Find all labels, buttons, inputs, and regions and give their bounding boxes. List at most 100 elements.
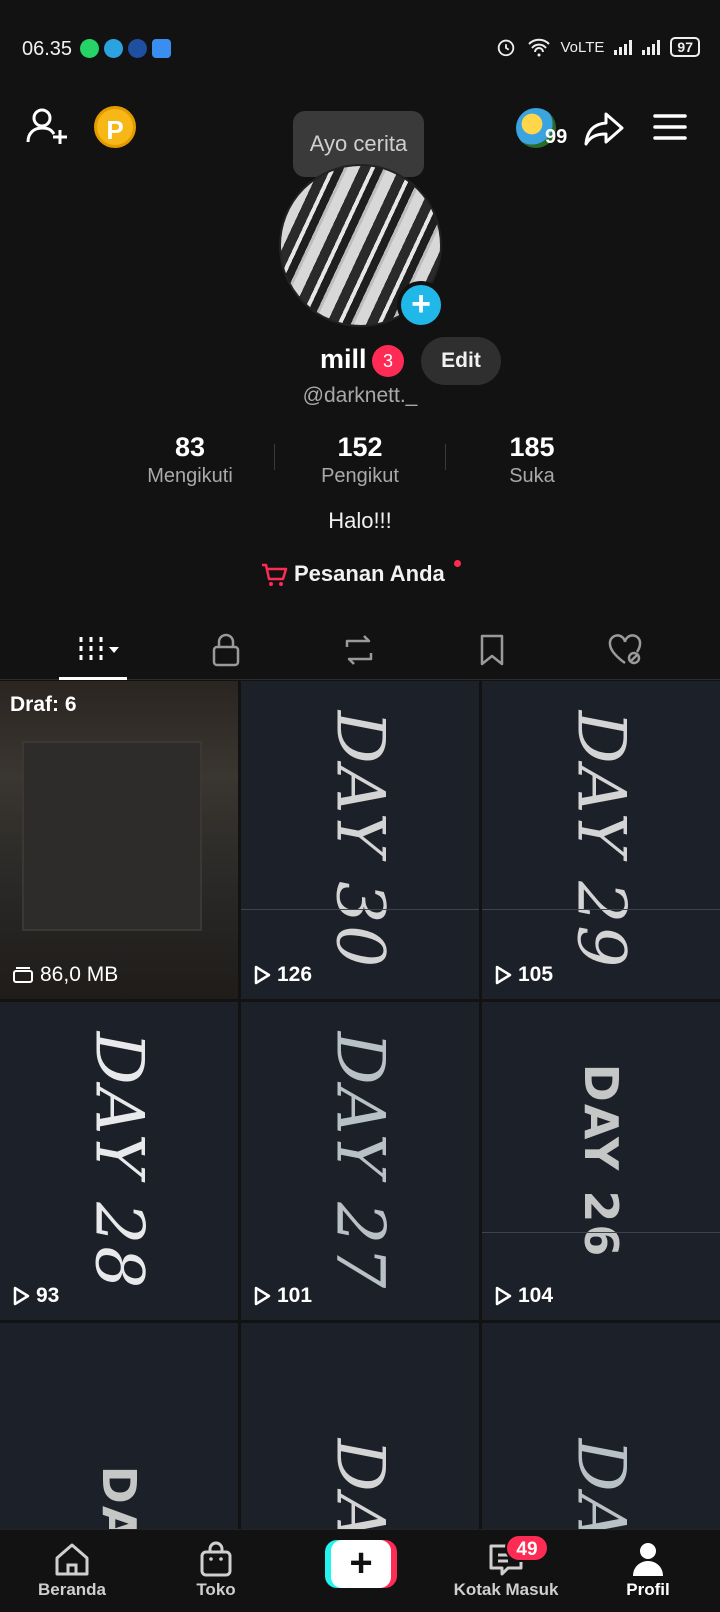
nav-home[interactable]: Beranda: [12, 1530, 132, 1612]
play-icon: [495, 1286, 512, 1306]
notification-icons: [80, 39, 171, 58]
cart-icon: [262, 563, 288, 586]
video-tile[interactable]: DAY 28 93: [0, 1002, 238, 1320]
nav-label: Beranda: [37, 1580, 107, 1599]
video-title-art: DAY 2: [322, 1438, 399, 1529]
play-icon: [254, 1286, 271, 1306]
share-icon[interactable]: [582, 106, 626, 150]
video-views: 126: [253, 963, 312, 987]
friend-avatar-count: 99: [545, 126, 568, 148]
tab-liked[interactable]: [595, 620, 655, 680]
video-tile[interactable]: DAY 2: [0, 1323, 238, 1529]
profile-stats: 83 Mengikuti 152 Pengikut 185 Suka: [0, 432, 720, 492]
app-notification-icon: [152, 39, 171, 58]
home-icon: [55, 1543, 89, 1576]
stat-following[interactable]: 83 Mengikuti: [110, 432, 270, 488]
stat-divider: [445, 444, 446, 470]
nav-label: Profil: [626, 1580, 670, 1599]
play-icon: [495, 965, 512, 985]
view-count: 105: [518, 963, 554, 986]
shopping-bag-icon: [200, 1541, 232, 1577]
video-title-art: DAY 2: [92, 1465, 146, 1529]
stat-value: 152: [337, 432, 383, 462]
video-tile[interactable]: DAY 29 105: [482, 681, 720, 999]
grid-icon: [79, 637, 119, 663]
name-row: mill 3 Edit: [0, 337, 720, 385]
app-notification-icon: [128, 39, 147, 58]
coin-icon[interactable]: P: [94, 106, 136, 148]
folder-icon: [13, 967, 33, 983]
video-views: 105: [494, 963, 553, 987]
video-views: 101: [253, 1284, 312, 1308]
whatsapp-icon: [80, 39, 99, 58]
menu-icon[interactable]: [653, 112, 687, 142]
active-tab-indicator: [59, 677, 127, 680]
status-bar: 06.35 VoLTE 97: [0, 0, 720, 100]
battery-indicator: 97: [670, 37, 700, 57]
tab-videos[interactable]: [63, 620, 123, 680]
add-story-button[interactable]: +: [397, 281, 445, 329]
stat-likes[interactable]: 185 Suka: [452, 432, 612, 488]
system-icons: VoLTE 97: [495, 36, 700, 58]
telegram-icon: [104, 39, 123, 58]
draft-size-label: 86,0 MB: [40, 963, 119, 986]
video-tile[interactable]: DAY 2: [241, 1323, 479, 1529]
video-views: 93: [12, 1284, 59, 1308]
edit-profile-button[interactable]: Edit: [421, 337, 501, 385]
play-icon: [254, 965, 271, 985]
video-title-art: DAY 2: [563, 1438, 640, 1529]
profile-handle: @darknett._: [302, 384, 418, 407]
divider-line: [482, 909, 720, 910]
video-views: 104: [494, 1284, 553, 1308]
nav-profile[interactable]: Profil: [588, 1530, 708, 1612]
volte-label: VoLTE: [560, 38, 605, 56]
stat-label: Suka: [509, 465, 555, 487]
stat-divider: [274, 444, 275, 470]
signal-icon: [614, 39, 633, 55]
video-title-art: DAY 30: [321, 710, 399, 970]
bookmark-icon: [480, 634, 504, 666]
video-title-art: DAY 28: [80, 1031, 158, 1291]
plus-icon: +: [331, 1540, 391, 1588]
draft-count: Draf: 6: [10, 693, 77, 716]
name-badge: 3: [372, 345, 404, 377]
video-tile[interactable]: DAY 27 101: [241, 1002, 479, 1320]
content-tabs: [0, 620, 720, 680]
tab-private[interactable]: [196, 620, 256, 680]
draft-size: 86,0 MB: [12, 963, 118, 987]
add-friend-icon[interactable]: [24, 104, 70, 150]
profile-bio: Halo!!!: [328, 508, 392, 533]
view-count: 104: [518, 1284, 554, 1307]
video-title-art: DAY 29: [562, 710, 640, 970]
video-grid: Draf: 6 86,0 MB DAY 30 126 DAY 29 105 DA…: [0, 681, 720, 1529]
nav-shop[interactable]: Toko: [156, 1530, 276, 1612]
nav-label: Toko: [196, 1580, 236, 1599]
tab-saved[interactable]: [462, 620, 522, 680]
video-tile[interactable]: DAY 26 104: [482, 1002, 720, 1320]
tab-reposts[interactable]: [329, 620, 389, 680]
signal-icon: [642, 39, 661, 55]
view-count: 101: [277, 1284, 313, 1307]
lock-icon: [212, 633, 240, 667]
orders-link[interactable]: Pesanan Anda: [0, 560, 720, 592]
orders-label: Pesanan Anda: [294, 561, 445, 586]
view-count: 126: [277, 963, 313, 986]
draft-thumbnail: [22, 741, 202, 931]
play-icon: [13, 1286, 30, 1306]
stat-label: Pengikut: [321, 465, 399, 487]
drafts-tile[interactable]: Draf: 6 86,0 MB: [0, 681, 238, 999]
video-tile[interactable]: DAY 2: [482, 1323, 720, 1529]
notification-dot: [454, 560, 461, 567]
stat-value: 185: [509, 432, 555, 462]
video-title-art: DAY 26: [574, 1063, 628, 1259]
bottom-navigation: Beranda Toko + Kotak Masuk 49 Profil: [0, 1529, 720, 1612]
liked-heart-icon: [608, 634, 642, 665]
divider-line: [482, 1232, 720, 1233]
video-tile[interactable]: DAY 30 126: [241, 681, 479, 999]
wifi-icon: [527, 38, 550, 57]
inbox-badge: 49: [505, 1534, 549, 1562]
stat-value: 83: [174, 432, 206, 462]
profile-name: mill: [320, 344, 367, 374]
stat-followers[interactable]: 152 Pengikut: [280, 432, 440, 488]
create-button[interactable]: +: [325, 1540, 397, 1588]
